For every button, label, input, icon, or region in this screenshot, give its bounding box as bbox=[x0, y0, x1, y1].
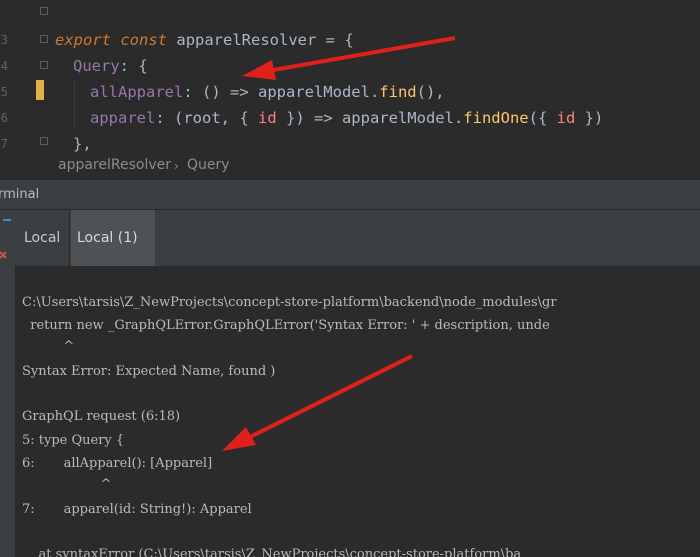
line-number: 5 bbox=[0, 85, 8, 99]
line-number: 4 bbox=[0, 59, 8, 73]
code-line[interactable]: Query: { bbox=[73, 53, 148, 79]
terminal-tabs: Local Local (1) bbox=[15, 210, 700, 266]
line-number: 3 bbox=[0, 33, 8, 47]
code-text: (), bbox=[416, 83, 445, 101]
indent-guide bbox=[74, 80, 75, 128]
code-text: }, bbox=[73, 135, 92, 152]
code-line[interactable]: allApparel: () => apparelModel.find(), bbox=[90, 79, 445, 105]
editor-gutter: 3 4 5 6 7 bbox=[0, 0, 48, 152]
line-number: 7 bbox=[0, 137, 8, 151]
breadcrumb-separator-icon: › bbox=[174, 159, 179, 173]
fold-marker-icon[interactable] bbox=[40, 35, 48, 43]
plus-icon[interactable] bbox=[0, 216, 12, 234]
method-token: find bbox=[379, 83, 417, 101]
code-text: }) bbox=[575, 109, 604, 127]
terminal-line: GraphQL request (6:18) bbox=[22, 409, 181, 424]
method-token: findOne bbox=[463, 109, 529, 127]
breadcrumb-item[interactable]: apparelResolver bbox=[58, 157, 171, 173]
terminal-output[interactable]: C:\Users\tarsis\Z_NewProjects\concept-st… bbox=[15, 266, 700, 557]
code-line[interactable]: }, bbox=[73, 131, 92, 152]
terminal-line: ^ bbox=[22, 477, 112, 492]
terminal-line: Syntax Error: Expected Name, found ) bbox=[22, 364, 276, 379]
code-text: }) => apparelModel. bbox=[276, 109, 464, 127]
property-token: allApparel bbox=[90, 83, 184, 101]
code-editor[interactable]: 3 4 5 6 7 export const apparelResolver =… bbox=[0, 0, 700, 152]
code-text: : { bbox=[119, 57, 148, 75]
terminal-line: 5: type Query { bbox=[22, 433, 125, 448]
terminal-line: 7: apparel(id: String!): Apparel bbox=[22, 502, 252, 517]
variable-token: id bbox=[556, 109, 576, 127]
terminal-title: rminal bbox=[0, 187, 40, 202]
fold-marker-icon[interactable] bbox=[40, 137, 48, 145]
code-line[interactable]: export const apparelResolver = { bbox=[55, 27, 354, 53]
keyword-token: const bbox=[120, 31, 168, 49]
property-token: apparel bbox=[90, 109, 156, 127]
change-marker bbox=[36, 80, 44, 100]
terminal-line: return new _GraphQLError.GraphQLError('S… bbox=[22, 318, 550, 333]
code-text: apparelResolver = { bbox=[176, 31, 354, 49]
breadcrumb-item[interactable]: Query bbox=[187, 157, 230, 173]
terminal-line: ^ bbox=[22, 339, 75, 354]
keyword-token: export bbox=[55, 31, 111, 49]
line-number: 6 bbox=[0, 111, 8, 125]
code-text: : (root, { bbox=[155, 109, 258, 127]
tab-local-1[interactable]: Local (1) bbox=[71, 210, 155, 266]
terminal-line: at syntaxError (C:\Users\tarsis\Z_NewPro… bbox=[22, 547, 522, 557]
property-token: Query bbox=[73, 57, 120, 75]
terminal-header: rminal bbox=[0, 181, 700, 210]
terminal-line: C:\Users\tarsis\Z_NewProjects\concept-st… bbox=[22, 295, 557, 310]
breadcrumb: apparelResolver › Query bbox=[0, 152, 700, 181]
code-text: ({ bbox=[528, 109, 557, 127]
variable-token: id bbox=[257, 109, 277, 127]
close-icon[interactable] bbox=[0, 250, 10, 266]
code-line[interactable]: apparel: (root, { id }) => apparelModel.… bbox=[90, 105, 603, 131]
fold-marker-icon[interactable] bbox=[40, 7, 48, 15]
terminal-line: 6: allApparel(): [Apparel] bbox=[22, 456, 213, 471]
code-text: : () => apparelModel. bbox=[183, 83, 380, 101]
tab-local[interactable]: Local bbox=[18, 210, 70, 266]
fold-marker-icon[interactable] bbox=[40, 61, 48, 69]
terminal-toolbar bbox=[0, 210, 15, 557]
